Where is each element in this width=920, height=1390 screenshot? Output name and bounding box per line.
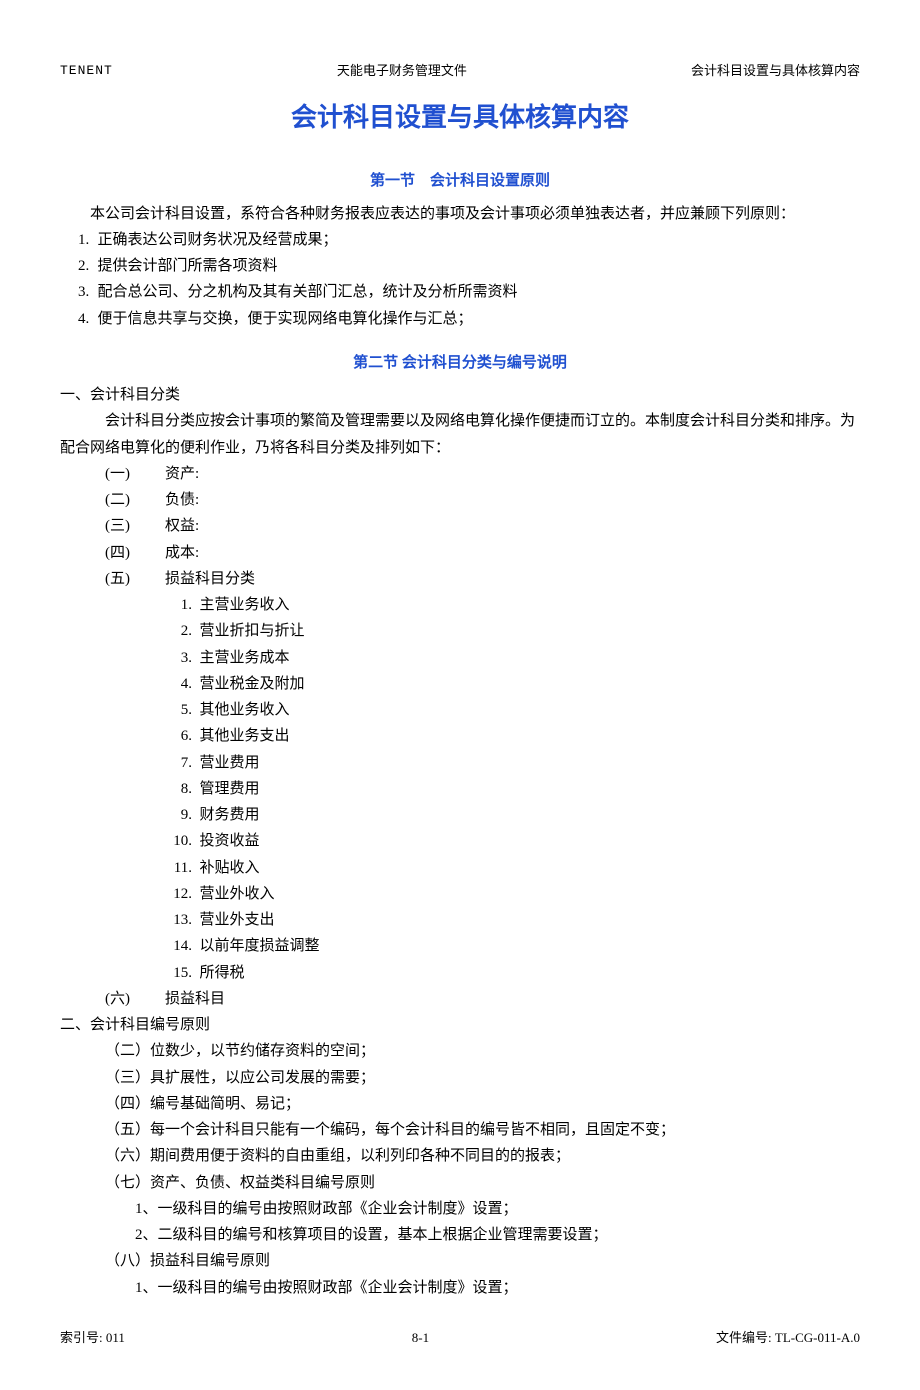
pl-item: 10.投资收益 [158,828,861,854]
rule-item: （四）编号基础简明、易记； [105,1091,860,1117]
header-left: TENENT [60,60,113,83]
page-footer: 索引号: 011 8-1 文件编号: TL-CG-011-A.0 [60,1327,860,1350]
rule7-sub-item: 2、二级科目的编号和核算项目的设置，基本上根据企业管理需要设置； [135,1222,860,1248]
footer-right: 文件编号: TL-CG-011-A.0 [716,1327,860,1350]
part1-heading: 一、会计科目分类 [60,382,860,408]
pl-item: 14.以前年度损益调整 [158,933,861,959]
numbering-rules: （二）位数少，以节约储存资料的空间； （三）具扩展性，以应公司发展的需要； （四… [105,1038,860,1196]
rule-item: （三）具扩展性，以应公司发展的需要； [105,1065,860,1091]
rule-item: （八）损益科目编号原则 [105,1248,860,1274]
rule8-sub-item: 1、一级科目的编号由按照财政部《企业会计制度》设置； [135,1275,860,1301]
part2-heading: 二、会计科目编号原则 [60,1012,860,1038]
footer-left: 索引号: 011 [60,1327,125,1350]
category-item: (五)损益科目分类 [105,566,860,592]
pl-item: 8.管理费用 [158,776,861,802]
page-title: 会计科目设置与具体核算内容 [60,95,860,141]
profit-loss-list: 1.主营业务收入 2.营业折扣与折让 3.主营业务成本 4.营业税金及附加 5.… [158,592,861,986]
pl-item: 7.营业费用 [158,750,861,776]
rule-item: （五）每一个会计科目只能有一个编码，每个会计科目的编号皆不相同，且固定不变； [105,1117,860,1143]
pl-item: 1.主营业务收入 [158,592,861,618]
principle-item: 提供会计部门所需各项资料 [93,253,860,279]
pl-item: 9.财务费用 [158,802,861,828]
pl-item: 6.其他业务支出 [158,723,861,749]
pl-item: 12.营业外收入 [158,881,861,907]
category-list-6: (六)损益科目 [105,986,860,1012]
pl-item: 11.补贴收入 [158,855,861,881]
section1-list: 正确表达公司财务状况及经营成果； 提供会计部门所需各项资料 配合总公司、分之机构… [93,227,860,332]
pl-item: 15.所得税 [158,960,861,986]
pl-item: 3.主营业务成本 [158,645,861,671]
header-center: 天能电子财务管理文件 [337,60,467,83]
principle-item: 便于信息共享与交换，便于实现网络电算化操作与汇总； [93,306,860,332]
principle-item: 正确表达公司财务状况及经营成果； [93,227,860,253]
category-item: (三)权益: [105,513,860,539]
rule7-sub-item: 1、一级科目的编号由按照财政部《企业会计制度》设置； [135,1196,860,1222]
section2-title: 第二节 会计科目分类与编号说明 [60,350,860,376]
section1-intro: 本公司会计科目设置，系符合各种财务报表应表达的事项及会计事项必须单独表达者，并应… [60,201,860,227]
footer-center: 8-1 [412,1327,429,1350]
category-item: (二)负债: [105,487,860,513]
pl-item: 5.其他业务收入 [158,697,861,723]
principle-item: 配合总公司、分之机构及其有关部门汇总，统计及分析所需资料 [93,279,860,305]
rule8: （八）损益科目编号原则 [105,1248,860,1274]
section1-title: 第一节 会计科目设置原则 [60,168,860,194]
part1-intro: 会计科目分类应按会计事项的繁简及管理需要以及网络电算化操作便捷而订立的。本制度会… [60,408,860,461]
rule-item: （二）位数少，以节约储存资料的空间； [105,1038,860,1064]
rule-item: （六）期间费用便于资料的自由重组，以利列印各种不同目的的报表； [105,1143,860,1169]
category-item: (四)成本: [105,540,860,566]
page-header: TENENT 天能电子财务管理文件 会计科目设置与具体核算内容 [60,60,860,83]
pl-item: 4.营业税金及附加 [158,671,861,697]
category-item: (一)资产: [105,461,860,487]
rule-item: （七）资产、负债、权益类科目编号原则 [105,1170,860,1196]
header-right: 会计科目设置与具体核算内容 [691,60,860,83]
category-item: (六)损益科目 [105,986,860,1012]
category-list: (一)资产: (二)负债: (三)权益: (四)成本: (五)损益科目分类 [105,461,860,592]
pl-item: 13.营业外支出 [158,907,861,933]
rule7-sub: 1、一级科目的编号由按照财政部《企业会计制度》设置； 2、二级科目的编号和核算项… [135,1196,860,1249]
rule8-sub: 1、一级科目的编号由按照财政部《企业会计制度》设置； [135,1275,860,1301]
pl-item: 2.营业折扣与折让 [158,618,861,644]
